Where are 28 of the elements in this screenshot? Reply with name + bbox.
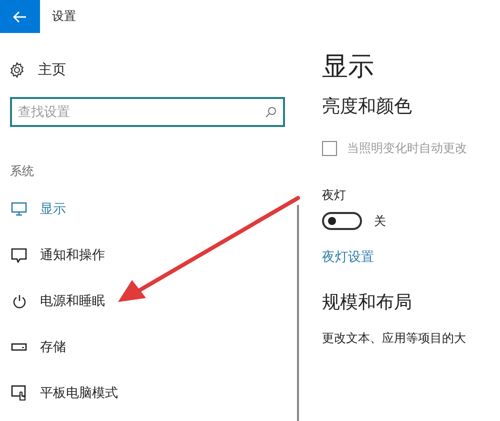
toggle-switch[interactable]	[322, 212, 362, 230]
nav-item[interactable]: 存储	[0, 324, 297, 370]
search-icon	[265, 106, 277, 118]
nav-item[interactable]: 通知和操作	[0, 232, 297, 278]
nav-item[interactable]: 显示	[0, 186, 297, 232]
night-light-settings-link[interactable]: 夜灯设置	[322, 248, 374, 266]
checkbox-label: 当照明变化时自动更改	[347, 140, 467, 157]
nav-item[interactable]: 电源和睡眠	[0, 278, 297, 324]
back-button[interactable]	[0, 0, 40, 33]
section-heading: 亮度和颜色	[322, 95, 413, 118]
page-title: 显示	[322, 51, 375, 84]
description-text: 更改文本、应用等项目的大	[322, 330, 467, 347]
nav-item[interactable]: 平板电脑模式	[0, 370, 297, 416]
section-label: 系统	[9, 163, 35, 180]
checkbox[interactable]	[322, 141, 337, 156]
section-heading: 规模和布局	[322, 291, 413, 314]
speech-bubble-icon	[11, 248, 27, 262]
search-field[interactable]: 查找设置	[10, 97, 285, 127]
toggle-state: 关	[374, 212, 386, 230]
monitor-icon	[11, 202, 27, 216]
storage-drive-icon	[11, 343, 27, 351]
settings-icon	[9, 62, 25, 78]
tablet-icon	[10, 385, 28, 401]
window-title: 设置	[52, 8, 76, 25]
back-arrow-icon	[13, 10, 27, 22]
power-icon	[12, 294, 26, 308]
toggle-label: 夜灯	[322, 187, 347, 204]
home-link[interactable]: 主页	[38, 61, 66, 79]
